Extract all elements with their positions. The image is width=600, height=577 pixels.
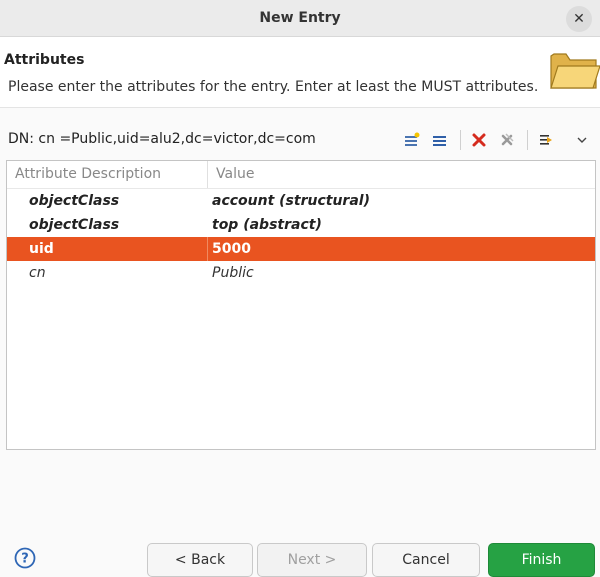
delete-icon [472, 133, 486, 147]
table-row[interactable]: objectClass account (structural) [7, 189, 595, 213]
attribute-cell[interactable]: uid [7, 237, 208, 261]
back-button[interactable]: < Back [147, 543, 253, 577]
close-icon: ✕ [573, 11, 585, 27]
dn-label: DN: cn =Public,uid=alu2,dc=victor,dc=com [8, 131, 316, 147]
attribute-cell[interactable]: objectClass [7, 189, 208, 213]
table-row[interactable]: cn Public [7, 261, 595, 285]
delete-all-icon [501, 133, 514, 146]
table-header: Attribute Description Value [7, 161, 595, 189]
column-header-attribute[interactable]: Attribute Description [7, 161, 208, 188]
delete-all-button[interactable] [495, 128, 519, 152]
quick-filter-button[interactable] [534, 128, 558, 152]
table-row-selected[interactable]: uid 5000 [7, 237, 595, 261]
finish-button[interactable]: Finish [488, 543, 595, 577]
page-description: Please enter the attributes for the entr… [8, 79, 539, 95]
window-title: New Entry [259, 10, 341, 26]
attributes-table[interactable]: Attribute Description Value objectClass … [6, 160, 596, 450]
help-icon[interactable]: ? [14, 547, 36, 569]
attribute-toolbar [400, 127, 598, 153]
value-cell[interactable]: top (abstract) [208, 213, 595, 237]
value-cell[interactable]: 5000 [208, 237, 595, 261]
attribute-cell[interactable]: objectClass [7, 213, 208, 237]
quick-filter-icon [540, 135, 552, 145]
view-menu-button[interactable] [570, 128, 594, 152]
new-attribute-button[interactable] [400, 128, 424, 152]
delete-button[interactable] [467, 128, 491, 152]
title-bar: New Entry ✕ [0, 0, 600, 37]
value-cell[interactable]: account (structural) [208, 189, 595, 213]
next-button[interactable]: Next > [257, 543, 367, 577]
value-cell[interactable]: Public [208, 261, 595, 285]
cancel-button[interactable]: Cancel [372, 543, 480, 577]
new-value-button[interactable] [428, 128, 452, 152]
wizard-header: Attributes Please enter the attributes f… [0, 37, 600, 108]
new-attribute-icon [405, 132, 420, 146]
toolbar-separator [527, 130, 528, 150]
toolbar-separator [460, 130, 461, 150]
svg-text:?: ? [21, 552, 29, 567]
new-value-icon [433, 136, 446, 146]
page-title: Attributes [4, 52, 85, 68]
column-header-value[interactable]: Value [208, 161, 595, 188]
folder-icon [550, 53, 600, 89]
view-menu-chevron-icon [577, 137, 587, 143]
table-row[interactable]: objectClass top (abstract) [7, 213, 595, 237]
close-button[interactable]: ✕ [566, 6, 592, 32]
attribute-cell[interactable]: cn [7, 261, 208, 285]
